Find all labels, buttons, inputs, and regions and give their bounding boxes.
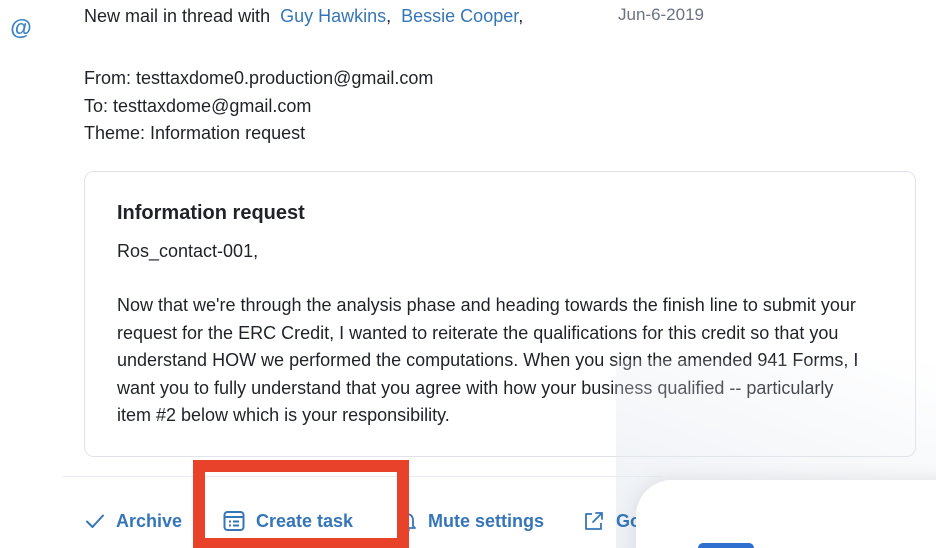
participant-link-guy-hawkins[interactable]: Guy Hawkins bbox=[280, 6, 386, 26]
go-button[interactable]: Go bbox=[582, 504, 641, 538]
mail-thread-view: @ New mail in thread with Guy Hawkins, B… bbox=[0, 0, 936, 548]
message-title: Information request bbox=[117, 202, 305, 224]
message-body-line: understand HOW we performed the computat… bbox=[117, 350, 859, 370]
mail-from: From: testtaxdome0.production@gmail.com bbox=[84, 68, 434, 88]
overlay-panel bbox=[636, 480, 936, 548]
create-task-label: Create task bbox=[256, 510, 354, 531]
actions-divider bbox=[62, 476, 662, 477]
message-body-line: Now that we're through the analysis phas… bbox=[117, 295, 856, 315]
participant-separator: , bbox=[386, 6, 392, 26]
task-list-icon bbox=[223, 511, 245, 531]
message-body-line: want you to fully understand that you ag… bbox=[117, 377, 834, 398]
message-card: Information request Ros_contact-001, Now… bbox=[84, 171, 916, 457]
thread-prefix: New mail in thread with bbox=[84, 6, 271, 26]
thread-date: Jun-6-2019 bbox=[618, 5, 705, 24]
participant-separator: , bbox=[518, 6, 524, 26]
create-task-button[interactable]: Create task bbox=[222, 504, 353, 538]
mail-to: To: testtaxdome@gmail.com bbox=[84, 95, 312, 116]
at-icon: @ bbox=[10, 15, 32, 40]
external-link-icon bbox=[585, 512, 603, 530]
message-body-line: request for the ERC Credit, I wanted to … bbox=[117, 322, 839, 343]
overlay-primary-button[interactable] bbox=[698, 543, 754, 548]
message-body-line: item #2 below which is your responsibili… bbox=[117, 405, 450, 425]
thread-header: New mail in thread with Guy Hawkins, Bes… bbox=[84, 4, 523, 28]
participant-link-bessie-cooper[interactable]: Bessie Cooper bbox=[401, 6, 518, 26]
archive-button[interactable]: Archive bbox=[84, 504, 182, 538]
bell-icon bbox=[398, 513, 416, 532]
mute-settings-label: Mute settings bbox=[428, 510, 545, 531]
mail-meta: From: testtaxdome0.production@gmail.com … bbox=[84, 65, 433, 148]
mute-settings-button[interactable]: Mute settings bbox=[396, 504, 544, 538]
archive-label: Archive bbox=[116, 510, 183, 531]
check-icon bbox=[86, 514, 104, 528]
message-greeting: Ros_contact-001, bbox=[117, 241, 259, 261]
message-body: Now that we're through the analysis phas… bbox=[117, 292, 887, 430]
mail-theme: Theme: Information request bbox=[84, 123, 306, 143]
